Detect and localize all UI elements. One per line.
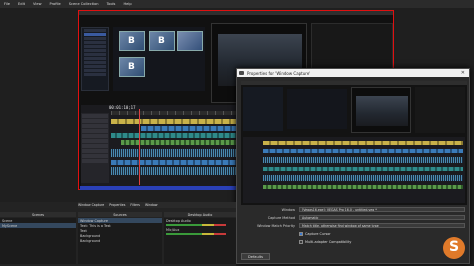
- close-icon[interactable]: ✕: [461, 70, 465, 76]
- properties-dialog: Properties for 'Window Capture' ✕ Window…: [236, 68, 470, 264]
- mixer-channel-label: Mic/Aux: [166, 227, 180, 232]
- watermark-logo: S: [443, 237, 465, 259]
- dialog-capture-preview: [241, 81, 467, 205]
- source-item[interactable]: Background: [78, 238, 162, 243]
- media-thumbnail: [177, 31, 203, 51]
- multi-adapter-label: Multi-adapter Compatibility: [305, 239, 352, 244]
- scene-item[interactable]: MyScene: [0, 223, 76, 228]
- capture-method-row: Capture Method Automatic: [241, 215, 467, 221]
- menu-scene-collection[interactable]: Scene Collection: [69, 2, 99, 6]
- editor-status-bar: [80, 186, 240, 190]
- sources-list: Window Capture Text: This is a Test Text…: [78, 218, 162, 264]
- scenes-list: Scene MyScene: [0, 218, 76, 264]
- dialog-title: Properties for 'Window Capture': [247, 70, 311, 76]
- editor-media-bin: B B B: [113, 27, 205, 91]
- menu-profile[interactable]: Profile: [50, 2, 61, 6]
- media-thumbnail: B: [149, 31, 175, 51]
- editor-timecode: 00:01:10;17: [109, 105, 136, 110]
- filters-button[interactable]: Filters: [130, 203, 140, 207]
- editor-menu-bar: [79, 11, 393, 15]
- editor-media-explorer: [81, 27, 109, 91]
- menu-bar: File Edit View Profile Scene Collection …: [0, 0, 474, 8]
- defaults-button[interactable]: Defaults: [241, 253, 271, 260]
- dialog-form: Window [Vegas16.exe]: VEGAS Pro 16.0 - u…: [241, 207, 467, 253]
- media-thumbnail: B: [119, 57, 145, 77]
- volume-meter: [166, 224, 226, 226]
- source-toolbar: Window Capture Properties Filters Window: [78, 202, 236, 208]
- match-priority-select[interactable]: Match title, otherwise find window of sa…: [299, 223, 465, 228]
- capture-method-select[interactable]: Automatic: [299, 215, 465, 220]
- multi-adapter-checkbox[interactable]: Multi-adapter Compatibility: [299, 239, 351, 244]
- toolbar-source-name: Window Capture: [78, 203, 105, 207]
- mixer-channel-label: Desktop Audio: [166, 218, 191, 223]
- menu-edit[interactable]: Edit: [18, 2, 25, 6]
- match-priority-label: Window Match Priority: [257, 224, 295, 228]
- track-headers: [81, 113, 109, 183]
- menu-tools[interactable]: Tools: [107, 2, 116, 6]
- playhead[interactable]: [139, 109, 140, 185]
- checkbox-unchecked-icon: [299, 239, 303, 244]
- window-select[interactable]: [Vegas16.exe]: VEGAS Pro 16.0 - untitled…: [299, 207, 465, 212]
- capture-method-label: Capture Method: [267, 216, 295, 220]
- match-priority-row: Window Match Priority Match title, other…: [241, 223, 467, 229]
- sources-header: Sources: [78, 212, 162, 217]
- capture-cursor-checkbox[interactable]: Capture Cursor: [299, 231, 331, 236]
- media-thumbnail: B: [119, 31, 145, 51]
- audio-mixer: Desktop Audio Mic/Aux: [164, 218, 236, 264]
- window-label: Window: [281, 208, 295, 212]
- window-label: Window: [144, 203, 158, 207]
- menu-file[interactable]: File: [4, 2, 10, 6]
- window-row: Window [Vegas16.exe]: VEGAS Pro 16.0 - u…: [241, 207, 467, 213]
- obs-app-icon: [239, 71, 244, 75]
- scenes-header: Scenes: [0, 212, 76, 217]
- capture-cursor-label: Capture Cursor: [305, 231, 331, 236]
- bottom-docks: Scenes Scene MyScene Sources Window Capt…: [0, 202, 236, 266]
- dialog-title-bar: Properties for 'Window Capture' ✕: [237, 69, 469, 77]
- menu-view[interactable]: View: [33, 2, 42, 6]
- mixer-header: Desktop Audio: [164, 212, 236, 217]
- menu-help[interactable]: Help: [123, 2, 131, 6]
- properties-button[interactable]: Properties: [109, 203, 125, 207]
- checkbox-checked-icon: [299, 231, 303, 236]
- volume-meter: [166, 233, 226, 235]
